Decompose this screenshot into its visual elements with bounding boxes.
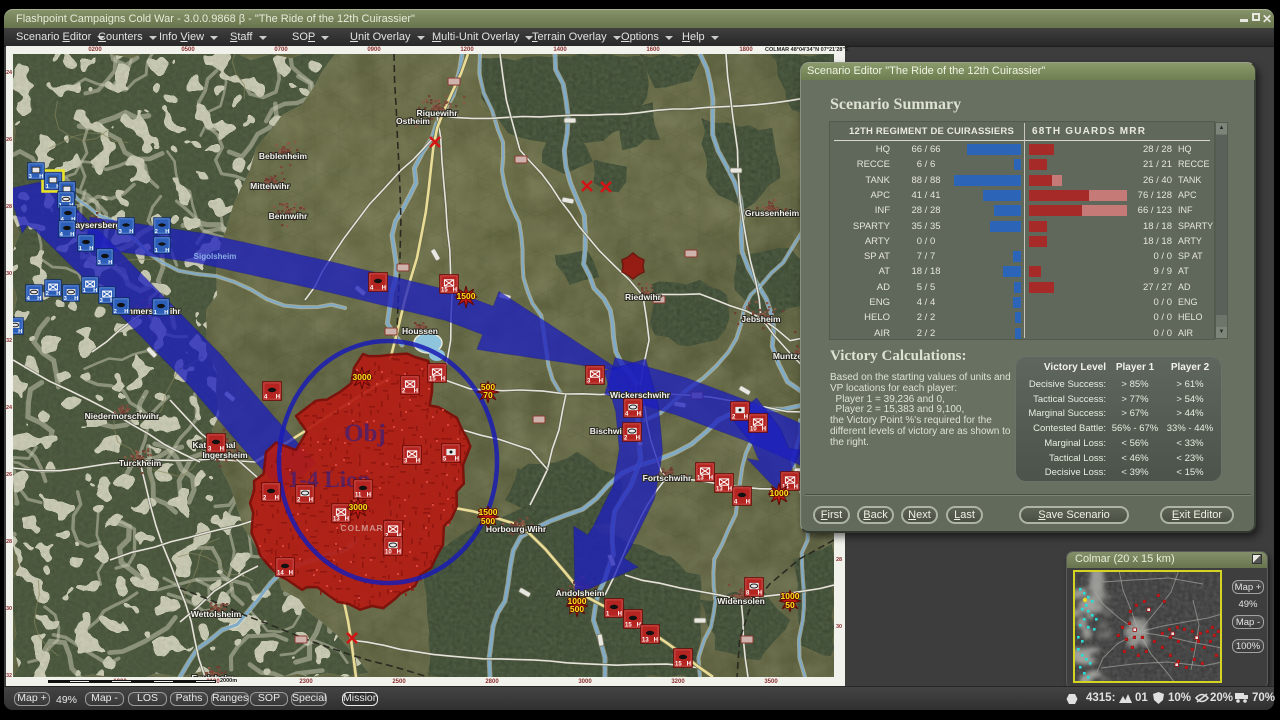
svg-text:3: 3: [119, 229, 122, 235]
svg-text:Mittelwihr: Mittelwihr: [250, 181, 290, 191]
svg-text:H: H: [637, 412, 641, 418]
svg-text:H: H: [276, 395, 280, 401]
svg-text:13: 13: [333, 517, 340, 523]
svg-text:Sigolsheim: Sigolsheim: [194, 252, 237, 261]
svg-text:15: 15: [441, 288, 448, 294]
svg-text:10: 10: [750, 427, 757, 433]
svg-text:Obj: Obj: [344, 420, 386, 447]
svg-text:2: 2: [46, 291, 49, 297]
svg-text:10: 10: [385, 550, 392, 556]
svg-text:Jebsheim: Jebsheim: [741, 314, 781, 324]
svg-text:H: H: [441, 377, 445, 383]
svg-text:H: H: [289, 571, 293, 577]
svg-text:1: 1: [154, 310, 157, 316]
svg-text:Wettolsheim: Wettolsheim: [191, 609, 242, 619]
svg-text:3000: 3000: [349, 502, 368, 512]
svg-text:Turckheim: Turckheim: [119, 458, 162, 468]
svg-text:H: H: [794, 485, 798, 491]
svg-text:H: H: [618, 612, 622, 618]
svg-text:H: H: [124, 309, 128, 315]
svg-text:H: H: [37, 296, 41, 302]
svg-text:Kaysersberg: Kaysersberg: [69, 220, 121, 230]
svg-text:H: H: [762, 427, 766, 433]
svg-text:13: 13: [642, 638, 649, 644]
svg-text:H: H: [758, 591, 762, 597]
svg-text:H: H: [382, 286, 386, 292]
svg-text:Houssen: Houssen: [402, 326, 438, 336]
svg-text:COLMAR: COLMAR: [340, 523, 383, 533]
svg-text:H: H: [165, 229, 169, 235]
svg-text:H: H: [18, 329, 22, 335]
svg-text:2: 2: [155, 229, 158, 235]
svg-text:15: 15: [429, 377, 436, 383]
svg-text:Eguisheim: Eguisheim: [192, 673, 235, 677]
svg-text:14: 14: [277, 571, 284, 577]
svg-text:H: H: [687, 662, 691, 668]
svg-text:1: 1: [46, 184, 49, 190]
svg-text:15: 15: [675, 662, 682, 668]
svg-text:Ostheim: Ostheim: [396, 116, 430, 126]
svg-text:3: 3: [98, 260, 101, 266]
svg-text:1: 1: [83, 288, 86, 294]
svg-text:70: 70: [483, 390, 493, 400]
svg-text:H: H: [728, 487, 732, 493]
svg-text:H: H: [746, 500, 750, 506]
svg-text:H: H: [275, 496, 279, 502]
svg-text:H: H: [416, 459, 420, 465]
svg-text:H: H: [56, 291, 60, 297]
svg-text:H: H: [129, 229, 133, 235]
svg-text:H: H: [309, 498, 313, 504]
svg-text:H: H: [39, 174, 43, 180]
svg-text:Beblenheim: Beblenheim: [259, 151, 308, 161]
svg-text:H: H: [164, 310, 168, 316]
svg-text:1: 1: [155, 248, 158, 254]
svg-text:Widensolen: Widensolen: [717, 596, 765, 606]
svg-text:3: 3: [29, 174, 32, 180]
svg-text:H: H: [220, 447, 224, 453]
svg-text:H: H: [108, 260, 112, 266]
svg-text:500: 500: [570, 604, 584, 614]
svg-text:H: H: [636, 436, 640, 442]
svg-text:H: H: [397, 550, 401, 556]
svg-text:H: H: [709, 476, 713, 482]
svg-text:H: H: [74, 296, 78, 302]
svg-text:H: H: [414, 389, 418, 395]
svg-text:H: H: [89, 246, 93, 252]
svg-text:50: 50: [785, 600, 795, 610]
svg-text:2: 2: [114, 309, 117, 315]
svg-text:H: H: [744, 415, 748, 421]
svg-text:3: 3: [64, 296, 67, 302]
svg-text:1: 1: [79, 246, 82, 252]
svg-text:500: 500: [481, 516, 495, 526]
svg-text:15: 15: [625, 623, 632, 629]
svg-text:3: 3: [100, 298, 103, 304]
svg-text:1500: 1500: [457, 291, 476, 301]
svg-text:H: H: [165, 248, 169, 254]
svg-text:Fortschwihr: Fortschwihr: [643, 473, 692, 483]
svg-text:H: H: [93, 288, 97, 294]
svg-text:13: 13: [697, 476, 704, 482]
svg-text:H: H: [654, 638, 658, 644]
svg-text:Grussenheim: Grussenheim: [745, 208, 800, 218]
svg-text:H: H: [455, 457, 459, 463]
svg-text:Niedermorschwihr: Niedermorschwihr: [85, 411, 160, 421]
svg-text:13: 13: [716, 487, 723, 493]
svg-text:Riedwihr: Riedwihr: [625, 292, 662, 302]
svg-text:H: H: [345, 517, 349, 523]
svg-text:Bennwihr: Bennwihr: [269, 211, 308, 221]
svg-text:3000: 3000: [353, 372, 372, 382]
svg-text:H: H: [599, 379, 603, 385]
svg-text:H: H: [367, 493, 371, 499]
svg-text:H: H: [70, 232, 74, 238]
svg-text:1000: 1000: [770, 488, 789, 498]
